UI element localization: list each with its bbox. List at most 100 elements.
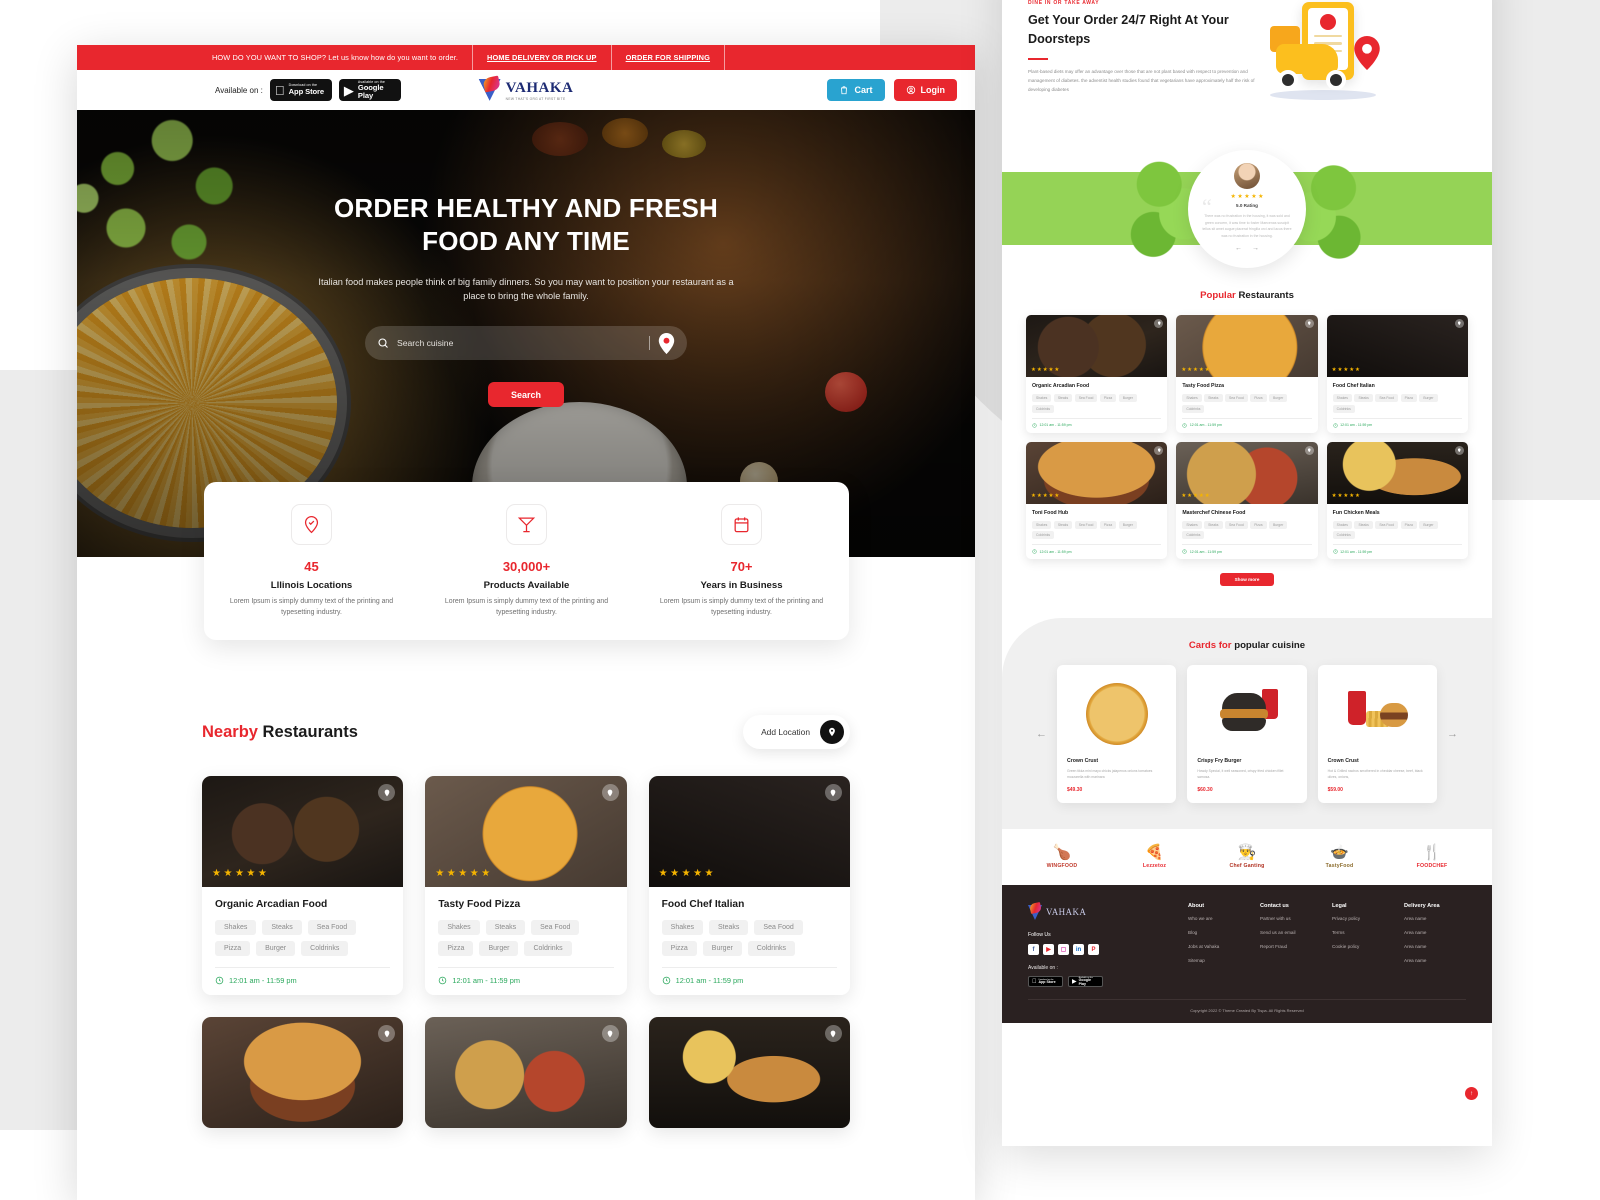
restaurant-name: Fun Chicken Meals (1332, 509, 1380, 516)
pizza-illustration (1067, 676, 1166, 752)
tag: Shakes (1032, 394, 1052, 402)
save-location-icon[interactable] (601, 784, 619, 801)
app-store-button[interactable]:  Download on the App Store (269, 79, 332, 101)
search-button[interactable]: Search (488, 382, 564, 408)
tag: Shakes (1332, 394, 1352, 402)
login-button[interactable]: Login (893, 79, 957, 101)
home-delivery-link[interactable]: HOME DELIVERY OR PICK UP (472, 45, 611, 70)
location-pin-icon[interactable] (658, 332, 675, 354)
popular-restaurant-card[interactable]: ★ ★ ★ ★ ★ Food Chef Italian Shakes Steaks Sea Fo… (1326, 315, 1468, 433)
footer-link[interactable]: Report Fraud (1260, 944, 1322, 949)
save-location-icon[interactable] (1454, 319, 1464, 328)
tag: Coldrinks (301, 941, 349, 956)
restaurant-card[interactable]: ★ ★ ★ ★ ★ Food Chef Italian Shakes Steaks Se… (648, 776, 850, 995)
footer-logo[interactable]: VAHAKA (1028, 901, 1178, 920)
restaurant-card[interactable]: ★ ★ ★ ★ ★ Tasty Food Pizza Shakes Steaks Sea… (425, 776, 627, 995)
footer-link[interactable]: Area name (1404, 944, 1466, 949)
fries-burger-illustration (1328, 676, 1427, 752)
footer-google-play-button[interactable]: ▶ Available on the Google Play (1068, 976, 1103, 987)
vahaka-logo-icon (478, 75, 501, 103)
partner-brand-logo[interactable]: 🍲 TastyFood (1306, 845, 1374, 869)
google-play-button[interactable]: ▶ Available on the Google Play (338, 79, 401, 101)
brand-glyph-icon: 🍕 (1145, 844, 1164, 861)
tag: Pizza (1250, 520, 1267, 529)
save-location-icon[interactable] (378, 1025, 396, 1042)
footer-link[interactable]: Area name (1404, 916, 1466, 921)
youtube-icon[interactable]: ▶ (1043, 944, 1054, 955)
footer-link[interactable]: Who we are (1188, 916, 1250, 921)
cuisine-card[interactable]: Crispy Fry Burger Howdy Special, it well… (1187, 665, 1307, 803)
instagram-icon[interactable]: ▢ (1058, 944, 1069, 955)
order-shipping-link[interactable]: ORDER FOR SHIPPING (610, 45, 724, 70)
footer-link[interactable]: Area name (1404, 958, 1466, 963)
save-location-icon[interactable] (601, 1025, 619, 1042)
google-play-big-label: Google Play (357, 83, 384, 100)
restaurant-card[interactable] (425, 1017, 627, 1128)
restaurant-card[interactable] (202, 1017, 404, 1128)
footer-link[interactable]: Terms (1332, 930, 1394, 935)
partner-brand-logo[interactable]: 🍗 WINGFOOD (1028, 845, 1096, 869)
save-location-icon[interactable] (824, 1025, 842, 1042)
footer-app-store-button[interactable]:  Download on the App Store (1028, 976, 1063, 987)
show-more-button[interactable]: Show more (1220, 573, 1274, 586)
save-location-icon[interactable] (1304, 445, 1314, 455)
footer-link[interactable]: Cookie policy (1332, 944, 1394, 949)
restaurant-card[interactable]: ★ ★ ★ ★ ★ Organic Arcadian Food Shakes Steak… (202, 776, 404, 995)
search-input[interactable] (397, 338, 641, 349)
copyright-text: Copyright 2022 © Theme Created By Tispa.… (1028, 999, 1466, 1013)
footer-column-about: About Who we are Blog Jobs at Vahaka Sitemap (1188, 903, 1250, 987)
scroll-to-top-button[interactable]: ↑ (1465, 1087, 1478, 1100)
save-location-icon[interactable] (1154, 319, 1164, 328)
tag: Sea Food (1225, 394, 1248, 402)
footer-link[interactable]: Area name (1404, 930, 1466, 935)
partner-brand-logo[interactable]: 🍕 Lezzetoz (1121, 845, 1189, 869)
cart-button[interactable]: Cart (827, 79, 885, 101)
cuisine-price: $59.00 (1327, 787, 1343, 793)
facebook-icon[interactable]: f (1028, 944, 1039, 955)
footer-link[interactable]: Send us an email (1260, 930, 1322, 935)
save-location-icon[interactable] (1454, 445, 1464, 455)
brand-name: VAHAKA (505, 79, 574, 96)
restaurant-card[interactable] (648, 1017, 850, 1128)
doorstep-body: Plant-based diets may offer an advantage… (1028, 68, 1255, 92)
popular-restaurant-card[interactable]: ★ ★ ★ ★ ★ Masterchef Chinese Food Shakes Steaks… (1176, 441, 1318, 559)
next-arrow-icon[interactable]: → (1252, 245, 1259, 252)
carousel-prev-icon[interactable]: ← (1036, 728, 1047, 740)
site-logo[interactable]: VAHAKA NEW THAT'S ORG AT FIRST BITE (478, 75, 574, 103)
hero-title-line1: ORDER HEALTHY AND FRESH (333, 193, 719, 223)
footer-link[interactable]: Privacy policy (1332, 916, 1394, 921)
footer-link[interactable]: Blog (1188, 930, 1250, 935)
tag: Pizza (215, 941, 251, 956)
save-location-icon[interactable] (824, 784, 842, 801)
prev-arrow-icon[interactable]: ← (1235, 245, 1242, 252)
popular-restaurant-card[interactable]: ★ ★ ★ ★ ★ Fun Chicken Meals Shakes Steaks Sea Fo… (1326, 441, 1468, 559)
cuisine-description: Howdy Special, it well seasoned, crispy … (1197, 769, 1284, 780)
footer-link[interactable]: Partner with us (1260, 916, 1322, 921)
linkedin-icon[interactable]: in (1073, 944, 1084, 955)
rating-stars: ★ ★ ★ ★ ★ (1331, 493, 1360, 500)
add-location-button[interactable]: Add Location (743, 715, 850, 749)
opening-hours: 12:01 am - 11:59 pm (1340, 423, 1373, 427)
partner-brand-logo[interactable]: 🍴 FOODCHEF (1398, 845, 1466, 869)
save-location-icon[interactable] (378, 784, 396, 801)
tag: Steaks (1204, 520, 1223, 529)
opening-hours: 12:01 am - 11:59 pm (452, 976, 520, 985)
cuisine-card[interactable]: Crown Crust Hot & Grilled nachos smother… (1317, 665, 1437, 803)
pinterest-icon[interactable]: P (1088, 944, 1099, 955)
carousel-next-icon[interactable]: → (1447, 728, 1458, 740)
footer-link[interactable]: Jobs at Vahaka (1188, 944, 1250, 949)
save-location-icon[interactable] (1304, 319, 1314, 328)
popular-restaurant-card[interactable]: ★ ★ ★ ★ ★ Tasty Food Pizza Shakes Steaks Sea Foo… (1176, 315, 1318, 433)
save-location-icon[interactable] (1154, 445, 1164, 455)
nearby-title-highlight: Nearby (202, 722, 258, 741)
tag: Shakes (661, 920, 704, 935)
hero-search-bar[interactable] (365, 326, 687, 361)
popular-restaurant-card[interactable]: ★ ★ ★ ★ ★ Organic Arcadian Food Shakes Steaks Se… (1026, 315, 1168, 433)
partner-brand-logo[interactable]: 👨‍🍳 Chef Ganting (1213, 845, 1281, 869)
popular-restaurant-card[interactable]: ★ ★ ★ ★ ★ Toni Food Hub Shakes Steaks Sea Food Pi… (1026, 441, 1168, 559)
stat-label: Years in Business (700, 580, 783, 591)
cuisine-card[interactable]: Crown Crust Green tikka mini mayo chicks… (1057, 665, 1177, 803)
footer-link[interactable]: Sitemap (1188, 958, 1250, 963)
brand-name: Chef Ganting (1229, 863, 1265, 869)
app-store-big-label: App Store (278, 87, 324, 96)
